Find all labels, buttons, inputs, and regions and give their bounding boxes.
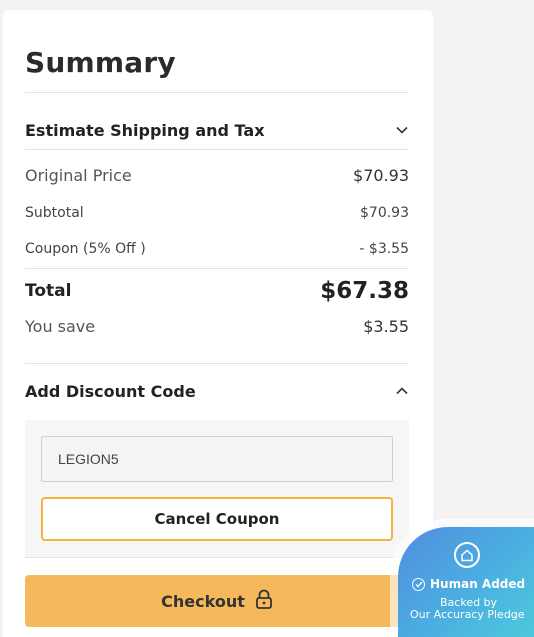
coupon-value: - $3.55	[359, 241, 409, 257]
chevron-up-icon	[395, 384, 409, 398]
cancel-coupon-button[interactable]: Cancel Coupon	[41, 497, 393, 541]
original-price-row: Original Price $70.93	[25, 166, 409, 185]
badge-subtitle-line2: Our Accuracy Pledge	[410, 608, 525, 621]
shipping-tax-toggle[interactable]: Estimate Shipping and Tax	[25, 110, 409, 150]
subtotal-row: Subtotal $70.93	[25, 205, 409, 221]
you-save-label: You save	[25, 317, 96, 336]
original-price-value: $70.93	[353, 166, 409, 185]
discount-code-input[interactable]	[41, 436, 393, 482]
lock-icon	[255, 589, 273, 613]
total-label: Total	[25, 281, 72, 301]
subtotal-label: Subtotal	[25, 205, 84, 221]
order-summary-card: Summary Estimate Shipping and Tax Origin…	[3, 10, 433, 637]
divider	[25, 268, 409, 269]
subtotal-value: $70.93	[360, 205, 409, 221]
accuracy-pledge-badge[interactable]: Human Added Backed by Our Accuracy Pledg…	[398, 527, 534, 637]
check-circle-icon	[412, 577, 425, 591]
you-save-row: You save $3.55	[25, 317, 409, 336]
divider	[25, 92, 409, 93]
badge-title-text: Human Added	[430, 577, 526, 591]
shipping-tax-label: Estimate Shipping and Tax	[25, 120, 265, 140]
discount-code-panel: Cancel Coupon	[25, 420, 409, 557]
total-value: $67.38	[320, 278, 409, 304]
checkout-button[interactable]: Checkout	[25, 575, 409, 627]
house-icon	[454, 542, 480, 568]
divider	[25, 557, 409, 558]
coupon-label: Coupon (5% Off )	[25, 241, 146, 257]
page-title: Summary	[25, 46, 176, 79]
discount-code-title: Add Discount Code	[25, 381, 196, 401]
original-price-label: Original Price	[25, 166, 132, 185]
divider	[25, 363, 409, 364]
coupon-row: Coupon (5% Off ) - $3.55	[25, 241, 409, 257]
checkout-label: Checkout	[161, 591, 245, 611]
total-row: Total $67.38	[25, 278, 409, 304]
badge-title: Human Added	[412, 577, 525, 591]
discount-code-toggle[interactable]: Add Discount Code	[25, 371, 409, 411]
you-save-value: $3.55	[363, 317, 409, 336]
divider	[25, 149, 409, 150]
chevron-down-icon	[395, 123, 409, 137]
